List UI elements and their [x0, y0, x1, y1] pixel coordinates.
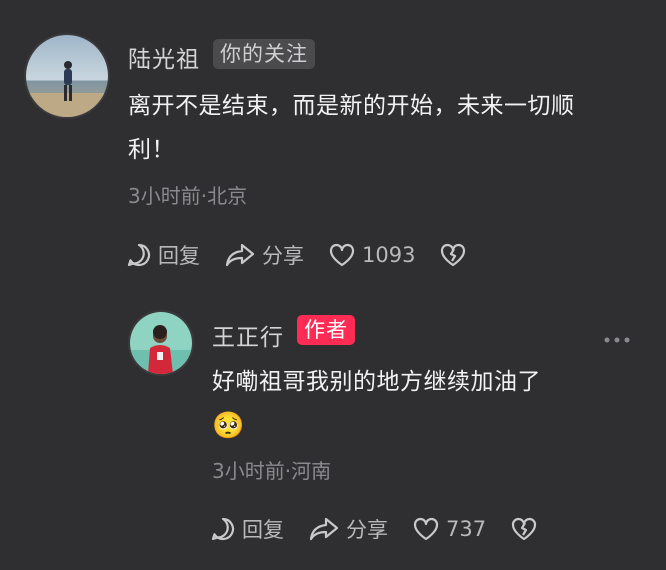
like-count: 1093: [362, 243, 416, 267]
share-label: 分享: [346, 518, 388, 542]
comment-text: 好嘞祖哥我别的地方继续加油了 🥺: [212, 360, 541, 448]
comment-item: 陆光祖 你的关注 离开不是结束，而是新的开始，未来一切顺 利！ 3小时前·北京 …: [0, 0, 666, 290]
like-button[interactable]: 737: [412, 516, 486, 542]
reply-icon: [127, 243, 151, 267]
heart-icon: [329, 243, 355, 267]
share-button[interactable]: 分享: [224, 240, 304, 270]
share-button[interactable]: 分享: [308, 514, 388, 544]
broken-heart-icon: [511, 517, 537, 541]
comment-meta: 3小时前·河南: [212, 459, 332, 483]
dislike-button[interactable]: [510, 516, 544, 542]
comment-author[interactable]: 陆光祖: [128, 40, 200, 74]
avatar[interactable]: [24, 33, 110, 119]
comment-text-line: 离开不是结束，而是新的开始，未来一切顺: [128, 93, 575, 119]
reply-button[interactable]: 回复: [210, 514, 284, 544]
heart-icon: [413, 517, 439, 541]
reply-button[interactable]: 回复: [126, 240, 200, 270]
comment-text-line: 好嘞祖哥我别的地方继续加油了: [212, 369, 541, 395]
broken-heart-icon: [441, 243, 466, 267]
avatar[interactable]: [128, 310, 194, 376]
more-options-icon[interactable]: [603, 336, 631, 344]
like-count: 737: [446, 517, 487, 541]
comment-actions: 回复 分享 1093: [126, 240, 497, 270]
emoji: 🥺: [212, 411, 245, 441]
comment-text: 离开不是结束，而是新的开始，未来一切顺 利！: [128, 84, 575, 172]
comment-meta: 3小时前·北京: [128, 184, 248, 208]
dislike-button[interactable]: [439, 242, 473, 268]
reply-comment-item: 王正行 作者 好嘞祖哥我别的地方继续加油了 🥺 3小时前·河南 回复 分享 73…: [0, 290, 666, 570]
share-icon: [309, 517, 339, 541]
comment-author[interactable]: 王正行: [212, 318, 284, 352]
reply-icon: [211, 517, 235, 541]
share-icon: [225, 243, 255, 267]
comment-text-line: 利！: [128, 137, 175, 163]
share-label: 分享: [262, 244, 304, 268]
reply-label: 回复: [158, 244, 200, 268]
author-tag: 作者: [297, 315, 355, 345]
reply-label: 回复: [242, 518, 284, 542]
like-button[interactable]: 1093: [328, 242, 415, 268]
comment-actions: 回复 分享 737: [210, 514, 568, 544]
follow-tag: 你的关注: [213, 39, 315, 69]
